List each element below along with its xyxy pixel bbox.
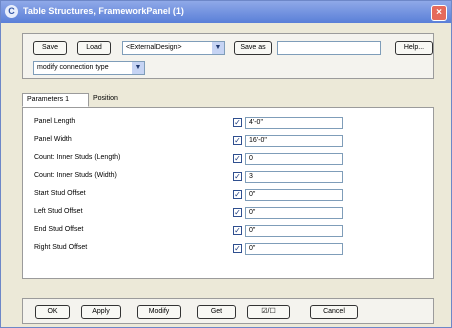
modify-button[interactable]: Modify (137, 305, 181, 319)
panel-length-label: Panel Length (34, 118, 76, 125)
start-stud-offset-field[interactable]: 0" (245, 189, 343, 201)
load-button[interactable]: Load (77, 41, 111, 55)
chevron-down-icon[interactable]: ▼ (212, 42, 224, 54)
panel-width-checkbox[interactable]: ✓ (233, 136, 242, 145)
dialog-window: C Table Structures, FrameworkPanel (1) ×… (0, 0, 452, 328)
chevron-down-icon[interactable]: ▼ (132, 62, 144, 74)
parameters-panel: Panel Length ✓ 4'-0" Panel Width ✓ 16'-0… (22, 107, 434, 279)
tab-parameters-1[interactable]: Parameters 1 (22, 93, 89, 107)
apply-button[interactable]: Apply (81, 305, 121, 319)
close-button[interactable]: × (431, 5, 447, 21)
inner-studs-width-checkbox[interactable]: ✓ (233, 172, 242, 181)
right-stud-offset-label: Right Stud Offset (34, 244, 88, 251)
inner-studs-length-checkbox[interactable]: ✓ (233, 154, 242, 163)
right-stud-offset-field[interactable]: 0" (245, 243, 343, 255)
left-stud-offset-field[interactable]: 0" (245, 207, 343, 219)
panel-length-field[interactable]: 4'-0" (245, 117, 343, 129)
left-stud-offset-checkbox[interactable]: ✓ (233, 208, 242, 217)
panel-width-field[interactable]: 16'-0" (245, 135, 343, 147)
save-as-button[interactable]: Save as (234, 41, 272, 55)
inner-studs-length-label: Count: Inner Studs (Length) (34, 154, 121, 161)
title-bar: C Table Structures, FrameworkPanel (1) × (1, 1, 451, 23)
cancel-button[interactable]: Cancel (310, 305, 358, 319)
help-button[interactable]: Help... (395, 41, 433, 55)
save-button[interactable]: Save (33, 41, 67, 55)
end-stud-offset-checkbox[interactable]: ✓ (233, 226, 242, 235)
get-button[interactable]: Get (197, 305, 236, 319)
panel-length-checkbox[interactable]: ✓ (233, 118, 242, 127)
end-stud-offset-label: End Stud Offset (34, 226, 84, 233)
app-icon: C (5, 5, 18, 18)
tab-position[interactable]: Position (89, 93, 135, 107)
window-title: Table Structures, FrameworkPanel (1) (23, 6, 184, 16)
end-stud-offset-field[interactable]: 0" (245, 225, 343, 237)
inner-studs-width-field[interactable]: 3 (245, 171, 343, 183)
left-stud-offset-label: Left Stud Offset (34, 208, 83, 215)
right-stud-offset-checkbox[interactable]: ✓ (233, 244, 242, 253)
mode-select[interactable]: modify connection type ▼ (33, 61, 145, 75)
panel-width-label: Panel Width (34, 136, 72, 143)
design-select-value: <ExternalDesign> (126, 44, 182, 51)
toggle-checkboxes-button[interactable]: ☑/☐ (247, 305, 290, 319)
start-stud-offset-label: Start Stud Offset (34, 190, 86, 197)
ok-button[interactable]: OK (35, 305, 70, 319)
inner-studs-width-label: Count: Inner Studs (Width) (34, 172, 117, 179)
footer-panel: OK Apply Modify Get ☑/☐ Cancel (22, 298, 434, 324)
mode-select-value: modify connection type (37, 64, 109, 71)
save-as-name-field[interactable] (277, 41, 381, 55)
design-select[interactable]: <ExternalDesign> ▼ (122, 41, 225, 55)
toolbar-panel: Save Load <ExternalDesign> ▼ Save as Hel… (22, 33, 434, 79)
start-stud-offset-checkbox[interactable]: ✓ (233, 190, 242, 199)
inner-studs-length-field[interactable]: 0 (245, 153, 343, 165)
